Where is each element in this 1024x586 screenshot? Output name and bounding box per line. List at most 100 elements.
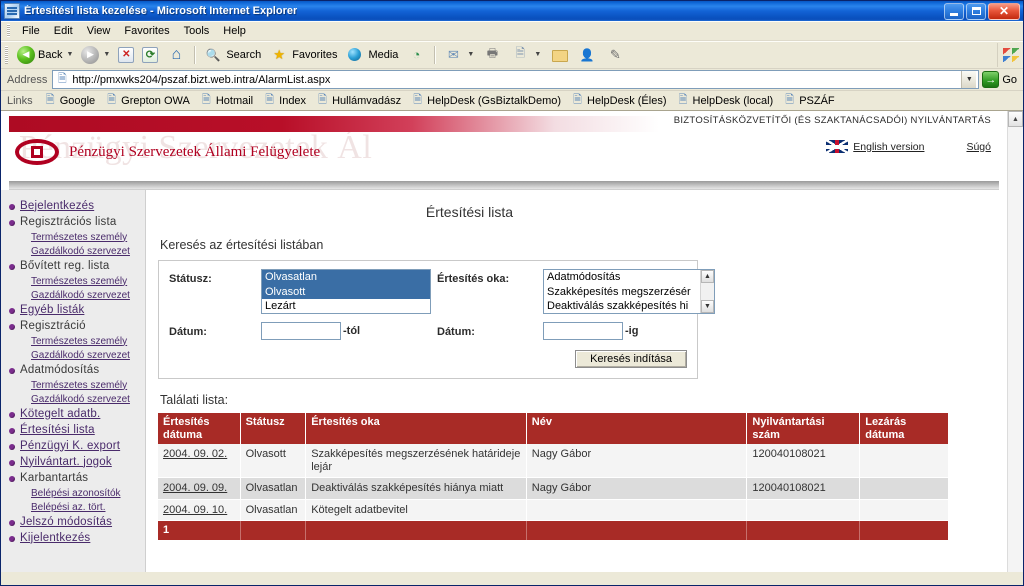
reason-listbox[interactable]: Adatmódosítás Szakképesítés megszerzésér…	[543, 269, 715, 314]
menu-tools[interactable]: Tools	[177, 23, 217, 39]
go-button[interactable]: Go	[979, 71, 1023, 88]
pager-page-1[interactable]: 1	[158, 520, 241, 541]
link-helpdesk-eles[interactable]: HelpDesk (Éles)	[566, 94, 671, 107]
reason-option-szakkepesites[interactable]: Szakképesítés megszerzésér	[544, 285, 700, 300]
col-nyilvantartasi-szam[interactable]: Nyilvántartási szám	[746, 413, 861, 444]
mail-button[interactable]: ▼	[439, 43, 478, 67]
close-button[interactable]: ✕	[988, 2, 1020, 20]
sidebar-item-bejelentkezes[interactable]: Bejelentkezés	[1, 198, 145, 214]
col-nev[interactable]: Név	[526, 413, 748, 444]
sidebar-item-kijelentkezes[interactable]: Kijelentkezés	[1, 530, 145, 546]
row-date-link[interactable]: 2004. 09. 02.	[163, 448, 227, 460]
edit-button[interactable]: ▼	[506, 43, 545, 67]
start-search-button[interactable]: Keresés indítása	[575, 350, 687, 368]
stop-button[interactable]	[114, 45, 138, 65]
sidebar-subitem-gazdalkodo-szervezet-4[interactable]: Gazdálkodó szervezet	[1, 392, 145, 406]
sidebar-item-kotegelt-adatb[interactable]: Kötegelt adatb.	[1, 406, 145, 422]
sidebar-subitem-termeszetes-szemely-2[interactable]: Természetes személy	[1, 274, 145, 288]
menu-grip[interactable]	[7, 24, 10, 37]
sidebar-subitem-termeszetes-szemely-4[interactable]: Természetes személy	[1, 378, 145, 392]
refresh-button[interactable]	[138, 45, 162, 65]
scroll-down-icon[interactable]: ▼	[701, 300, 714, 313]
sidebar-item-regisztracios-lista[interactable]: Regisztrációs lista	[1, 214, 145, 230]
col-ertesites-datuma[interactable]: Értesítés dátuma	[158, 413, 241, 444]
back-dropdown-icon[interactable]: ▼	[66, 51, 73, 58]
link-grepton-owa[interactable]: Grepton OWA	[100, 94, 195, 107]
forward-button[interactable]: ▼	[77, 44, 114, 66]
home-button[interactable]	[162, 43, 190, 67]
sidebar-item-ertesitesi-lista[interactable]: Értesítési lista	[1, 422, 145, 438]
menu-view[interactable]: View	[80, 23, 118, 39]
status-option-olvasott[interactable]: Olvasott	[262, 284, 430, 299]
english-version-link[interactable]: English version	[853, 141, 924, 153]
menu-edit[interactable]: Edit	[47, 23, 80, 39]
menu-file[interactable]: File	[15, 23, 47, 39]
restore-button[interactable]	[966, 2, 986, 20]
minimize-button[interactable]	[944, 2, 964, 20]
folder-button[interactable]	[545, 43, 573, 67]
favorites-button[interactable]: Favorites	[265, 43, 341, 67]
mail-dropdown-icon[interactable]: ▼	[467, 51, 474, 58]
sidebar-item-nyilvantart-jogok[interactable]: Nyilvántart. jogok	[1, 454, 145, 470]
address-dropdown-icon[interactable]: ▼	[961, 71, 977, 88]
reason-listbox-scrollbar[interactable]: ▲ ▼	[700, 270, 714, 313]
sidebar-item-adatmodositas[interactable]: Adatmódosítás	[1, 362, 145, 378]
scroll-up-icon[interactable]: ▲	[701, 270, 714, 283]
site-logo[interactable]: Pénzügyi Szervezetek Állami Felügyelete	[15, 139, 320, 165]
col-ertesites-oka[interactable]: Értesítés oka	[305, 413, 527, 444]
date-to-input[interactable]	[543, 322, 623, 340]
col-statusz[interactable]: Státusz	[240, 413, 307, 444]
row-date-link[interactable]: 2004. 09. 10.	[163, 504, 227, 516]
page-scrollbar[interactable]: ▲	[1007, 111, 1023, 572]
address-bar: Address http://pmxwks204/pszaf.bizt.web.…	[1, 69, 1023, 91]
sidebar-item-jelszo-modositas[interactable]: Jelszó módosítás	[1, 514, 145, 530]
bullet-icon	[9, 307, 15, 314]
media-button[interactable]: Media	[341, 43, 402, 67]
col-lezaras-datuma[interactable]: Lezárás dátuma	[859, 413, 948, 444]
sidebar-item-egyeb-listak[interactable]: Egyéb listák	[1, 302, 145, 318]
search-button[interactable]: Search	[199, 43, 265, 67]
sidebar-subitem-gazdalkodo-szervezet-3[interactable]: Gazdálkodó szervezet	[1, 348, 145, 362]
sidebar-subitem-label: Gazdálkodó szervezet	[31, 393, 130, 405]
reason-option-deaktivalas[interactable]: Deaktiválás szakképesítés hi	[544, 299, 700, 313]
address-input[interactable]: http://pmxwks204/pszaf.bizt.web.intra/Al…	[52, 70, 980, 89]
reason-option-adatmodositas[interactable]: Adatmódosítás	[544, 270, 700, 285]
date-from-input[interactable]	[261, 322, 341, 340]
forward-dropdown-icon[interactable]: ▼	[103, 51, 110, 58]
menu-help[interactable]: Help	[216, 23, 253, 39]
link-helpdesk-gsbiztalkdemo[interactable]: HelpDesk (GsBiztalkDemo)	[406, 94, 566, 107]
sidebar-item-penzugyi-k-export[interactable]: Pénzügyi K. export	[1, 438, 145, 454]
scroll-up-icon[interactable]: ▲	[1008, 111, 1023, 127]
menu-favorites[interactable]: Favorites	[117, 23, 176, 39]
link-hullamvadasz[interactable]: Hullámvadász	[311, 94, 406, 107]
back-button[interactable]: Back ▼	[13, 44, 77, 66]
sidebar-item-regisztracio[interactable]: Regisztráció	[1, 318, 145, 334]
sidebar-subitem-belepesi-az-tort[interactable]: Belépési az. tört.	[1, 500, 145, 514]
status-listbox[interactable]: Olvasatlan Olvasott Lezárt	[261, 269, 431, 314]
sidebar-item-bovitett-reg-lista[interactable]: Bővített reg. lista	[1, 258, 145, 274]
scrollbar-track[interactable]	[1008, 127, 1023, 572]
help-link[interactable]: Súgó	[966, 141, 991, 153]
link-helpdesk-local[interactable]: HelpDesk (local)	[672, 94, 779, 107]
link-label: PSZÁF	[799, 94, 835, 107]
sidebar-subitem-gazdalkodo-szervezet-2[interactable]: Gazdálkodó szervezet	[1, 288, 145, 302]
sidebar-subitem-termeszetes-szemely-3[interactable]: Természetes személy	[1, 334, 145, 348]
link-google[interactable]: Google	[39, 94, 100, 107]
sidebar-subitem-termeszetes-szemely-1[interactable]: Természetes személy	[1, 230, 145, 244]
toolbar-grip[interactable]	[5, 45, 8, 64]
sidebar-item-karbantartas[interactable]: Karbantartás	[1, 470, 145, 486]
discuss-button[interactable]	[601, 43, 629, 67]
link-pszaf[interactable]: PSZÁF	[778, 94, 839, 107]
link-index[interactable]: Index	[258, 94, 311, 107]
sidebar-subitem-belepesi-azonositok[interactable]: Belépési azonosítók	[1, 486, 145, 500]
messenger-button[interactable]	[573, 43, 601, 67]
link-hotmail[interactable]: Hotmail	[195, 94, 258, 107]
sidebar-subitem-gazdalkodo-szervezet-1[interactable]: Gazdálkodó szervezet	[1, 244, 145, 258]
print-button[interactable]	[478, 43, 506, 67]
history-button[interactable]	[402, 43, 430, 67]
edit-dropdown-icon[interactable]: ▼	[534, 51, 541, 58]
pager-spacer	[859, 520, 948, 541]
status-option-lezart[interactable]: Lezárt	[262, 299, 430, 313]
status-option-olvasatlan[interactable]: Olvasatlan	[262, 270, 430, 285]
row-date-link[interactable]: 2004. 09. 09.	[163, 482, 227, 494]
